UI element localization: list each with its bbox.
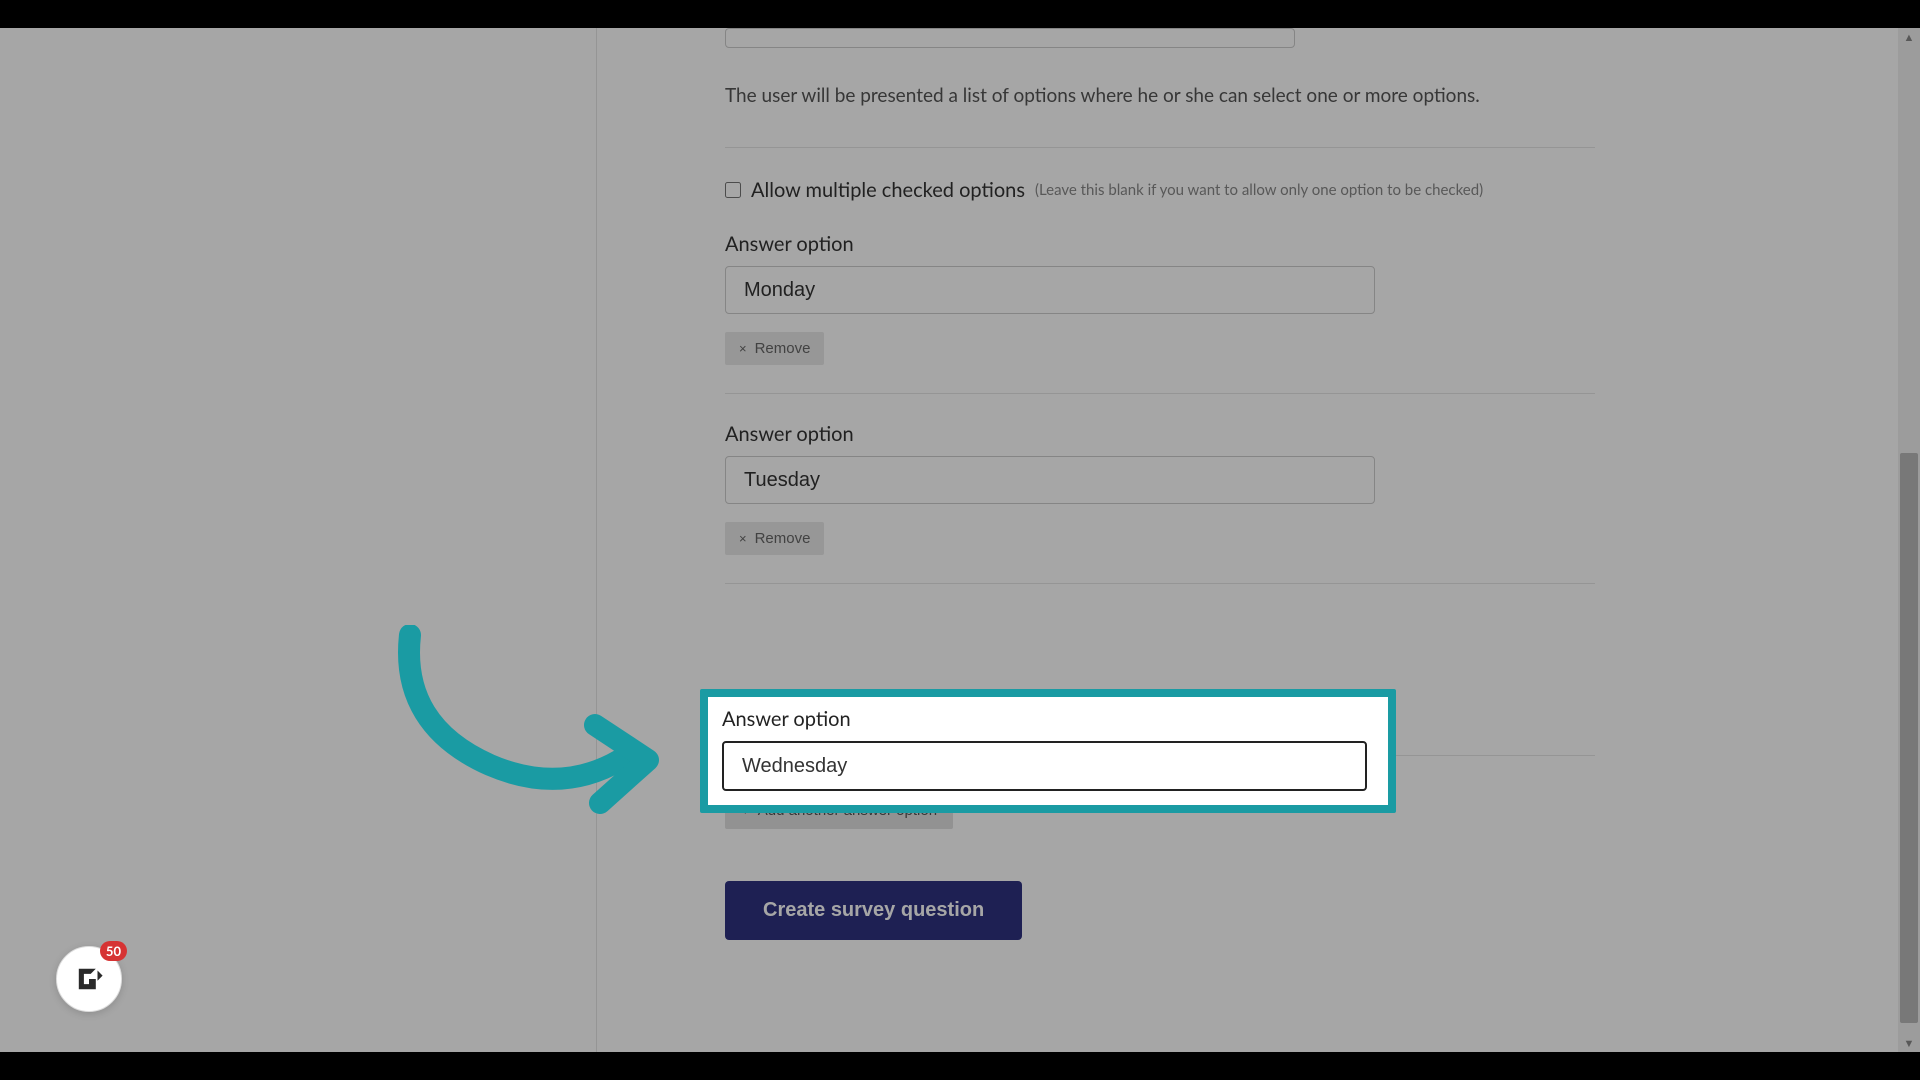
remove-option-button[interactable]: × Remove <box>725 522 824 555</box>
help-widget-logo-icon <box>72 962 106 996</box>
scrollbar-track[interactable]: ▲ ▼ <box>1898 28 1920 1052</box>
section-divider <box>725 147 1595 148</box>
scrollbar-thumb[interactable] <box>1900 453 1918 1023</box>
allow-multiple-hint: (Leave this blank if you want to allow o… <box>1035 181 1483 199</box>
close-icon: × <box>739 531 747 546</box>
answer-option-input[interactable] <box>725 266 1375 314</box>
question-type-select[interactable] <box>725 28 1295 48</box>
remove-option-button[interactable]: × Remove <box>725 332 824 365</box>
main-content: The user will be presented a list of opt… <box>597 28 1897 1052</box>
sidebar <box>0 28 597 1052</box>
allow-multiple-row: Allow multiple checked options (Leave th… <box>725 178 1817 202</box>
close-icon: × <box>739 341 747 356</box>
answer-option-label: Answer option <box>725 232 1595 256</box>
tutorial-highlight: Answer option <box>700 689 1396 813</box>
create-survey-question-button[interactable]: Create survey question <box>725 881 1022 940</box>
remove-label: Remove <box>755 340 811 357</box>
remove-label: Remove <box>755 530 811 547</box>
section-divider <box>725 393 1595 394</box>
scroll-down-arrow[interactable]: ▼ <box>1900 1034 1918 1052</box>
scroll-up-arrow[interactable]: ▲ <box>1900 28 1918 46</box>
help-widget[interactable]: 50 <box>56 946 122 1012</box>
tutorial-arrow-icon <box>390 625 660 825</box>
allow-multiple-label: Allow multiple checked options <box>751 178 1025 202</box>
help-widget-badge: 50 <box>100 941 127 961</box>
answer-option-label: Answer option <box>725 422 1595 446</box>
section-divider <box>725 583 1595 584</box>
question-type-description: The user will be presented a list of opt… <box>725 84 1817 107</box>
allow-multiple-checkbox[interactable] <box>725 182 741 198</box>
answer-option-block: Answer option × Remove <box>725 232 1595 365</box>
answer-option-label: Answer option <box>722 707 1374 731</box>
answer-option-block: Answer option × Remove <box>725 422 1595 555</box>
answer-option-input[interactable] <box>725 456 1375 504</box>
answer-option-input-focused[interactable] <box>722 741 1367 791</box>
